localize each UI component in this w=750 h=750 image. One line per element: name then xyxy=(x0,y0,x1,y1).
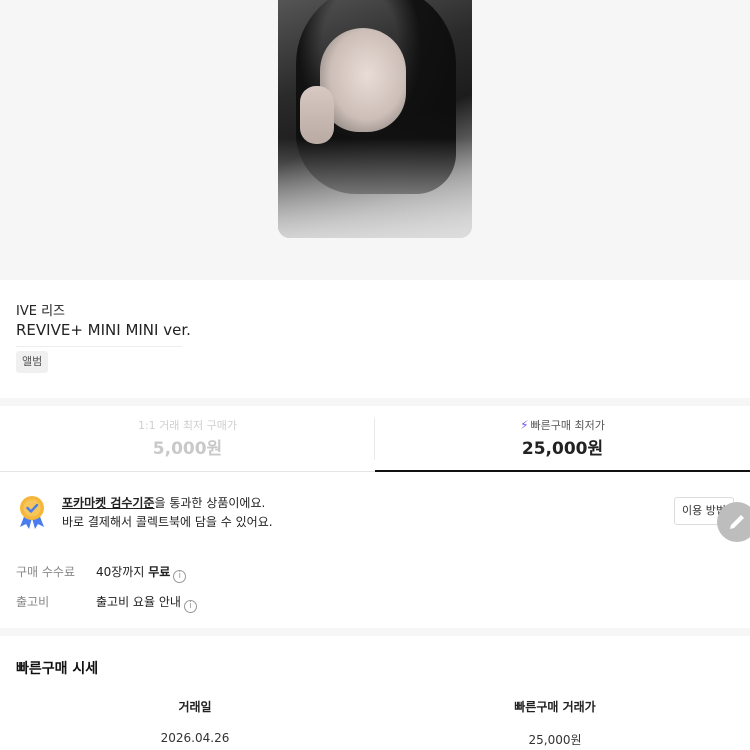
shipping-fee-row: 출고비 출고비 요율 안내 i xyxy=(0,589,750,613)
product-image-area xyxy=(0,0,750,280)
category-tag[interactable]: 앨범 xyxy=(16,351,49,373)
fee-label: 출고비 xyxy=(16,595,50,609)
section-title: 빠른구매 시세 xyxy=(16,661,99,677)
inspection-text-line2: 바로 결제해서 콜렉트북에 담을 수 있어요. xyxy=(62,515,273,529)
tab-price: 5,000원 xyxy=(152,439,223,459)
inspection-text-line1: 포카마켓 검수기준을 통과한 상품이에요. xyxy=(62,496,266,510)
pencil-icon xyxy=(730,515,744,529)
photo-background xyxy=(278,138,472,238)
inspection-standard-link[interactable]: 포카마켓 검수기준 xyxy=(62,496,155,510)
edit-fab[interactable] xyxy=(717,502,750,542)
tab-label: 1:1 거래 최저 구매가 xyxy=(137,419,238,432)
tab-quick-buy-price[interactable]: ⚡ 빠른구매 최저가 25,000원 xyxy=(375,406,750,472)
section-gap xyxy=(0,398,750,406)
section-gap xyxy=(0,628,750,636)
quick-buy-history: 빠른구매 시세 거래일 빠른구매 거래가 2026.04.26 25,000원 xyxy=(0,636,750,750)
info-icon[interactable]: i xyxy=(183,600,197,613)
album-title: REVIVE+ MINI MINI ver. xyxy=(16,321,191,339)
product-info: IVE 리즈 REVIVE+ MINI MINI ver. 앨범 xyxy=(0,280,750,400)
inspection-notice: 포카마켓 검수기준을 통과한 상품이에요. 바로 결제해서 콜렉트북에 담을 수… xyxy=(0,472,750,552)
bolt-icon: ⚡ xyxy=(520,418,529,432)
tab-label: 빠른구매 최저가 xyxy=(530,419,605,432)
column-header-price: 빠른구매 거래가 xyxy=(514,700,596,714)
divider xyxy=(16,346,182,347)
fee-value: 40장까지 무료 i xyxy=(96,563,187,583)
photocard-image[interactable] xyxy=(278,0,472,238)
table-cell-price: 25,000원 xyxy=(528,733,582,747)
ribbon-badge-icon xyxy=(20,496,44,529)
info-icon[interactable]: i xyxy=(173,570,187,583)
price-tabs: 1:1 거래 최저 구매가 5,000원 ⚡ 빠른구매 최저가 25,000원 xyxy=(0,406,750,472)
fee-value: 출고비 요율 안내 i xyxy=(96,593,197,613)
fee-label: 구매 수수료 xyxy=(16,565,76,579)
artist-name: IVE 리즈 xyxy=(16,304,65,319)
table-cell-date: 2026.04.26 xyxy=(160,731,230,745)
purchase-fee-row: 구매 수수료 40장까지 무료 i xyxy=(0,559,750,583)
tab-one-to-one-price[interactable]: 1:1 거래 최저 구매가 5,000원 xyxy=(0,406,375,472)
tab-price: 25,000원 xyxy=(521,439,604,459)
photo-hand xyxy=(300,86,334,144)
column-header-date: 거래일 xyxy=(178,700,212,714)
